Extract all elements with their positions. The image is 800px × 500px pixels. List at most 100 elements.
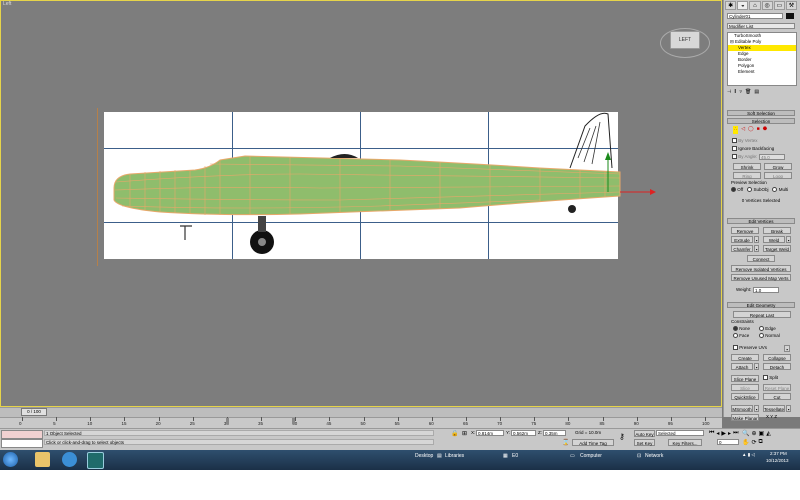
by-angle-option[interactable]: By Angle: — [732, 154, 757, 160]
field-of-view-icon[interactable]: ◭ — [766, 430, 771, 437]
msmooth-settings-icon[interactable]: ▪ — [754, 405, 759, 412]
time-slider[interactable]: 0 / 100 — [21, 408, 47, 416]
stack-item[interactable]: Element — [728, 69, 796, 75]
internet-explorer-icon[interactable] — [62, 452, 77, 467]
add-time-tag-button[interactable]: Add Time Tag — [572, 439, 614, 446]
zoom-icon[interactable]: 🔍 — [742, 430, 749, 437]
shrink-button[interactable]: Shrink — [733, 163, 761, 170]
folder-label[interactable]: E0 — [512, 453, 518, 459]
edge-mode-icon[interactable]: ◁ — [741, 126, 745, 134]
play-icon[interactable]: ▶ — [721, 430, 726, 437]
make-unique-icon[interactable]: ▿ — [739, 89, 742, 97]
loop-button[interactable]: Loop — [764, 172, 792, 179]
ignore-backfacing-option[interactable]: Ignore Backfacing — [732, 146, 774, 152]
maxscript-output-mini[interactable] — [1, 439, 43, 448]
object-name-field[interactable]: Cylinder01 — [727, 13, 783, 19]
y-coordinate-field[interactable]: 0.562m — [511, 430, 536, 436]
soft-selection-rollout[interactable]: Soft Selection — [727, 110, 795, 116]
pan-icon[interactable]: ✋ — [742, 439, 749, 446]
pin-stack-icon[interactable]: ⊣ — [727, 89, 731, 97]
tessellate-button[interactable]: Tessellate — [763, 405, 785, 412]
repeat-last-button[interactable]: Repeat Last — [733, 311, 791, 318]
remove-isolated-vertices-button[interactable]: Remove Isolated Vertices — [731, 265, 791, 272]
break-button[interactable]: Break — [763, 227, 791, 234]
time-tag-icon[interactable]: ⌛ — [562, 439, 569, 446]
constraint-none-radio[interactable]: None — [733, 326, 750, 332]
start-button-icon[interactable] — [3, 452, 18, 467]
computer-icon[interactable]: ▭ — [570, 453, 575, 459]
key-marker[interactable] — [292, 418, 295, 424]
zoom-all-icon[interactable]: ⊕ — [751, 430, 756, 437]
network-label[interactable]: Network — [645, 453, 663, 459]
connect-button[interactable]: Connect — [747, 255, 775, 262]
chamfer-settings-icon[interactable]: ▪ — [754, 245, 759, 252]
weight-field[interactable]: 1.0 — [753, 287, 779, 293]
slice-button[interactable]: Slice — [731, 384, 759, 391]
absolute-mode-icon[interactable]: ⊞ — [462, 430, 467, 437]
folder-icon[interactable]: ▦ — [503, 453, 508, 459]
edit-vertices-rollout[interactable]: Edit Vertices — [727, 218, 795, 224]
weld-button[interactable]: Weld — [763, 236, 785, 243]
go-to-start-icon[interactable]: ⏮ — [709, 430, 714, 437]
go-to-end-icon[interactable]: ⏭ — [733, 430, 738, 437]
configure-sets-icon[interactable]: ▤ — [754, 89, 759, 97]
attach-button[interactable]: Attach — [731, 363, 753, 370]
by-angle-field[interactable]: 45.0 — [759, 154, 785, 160]
attach-list-icon[interactable]: ▪ — [754, 363, 759, 370]
z-coordinate-field[interactable]: 0.35m — [543, 430, 566, 436]
key-marker[interactable] — [226, 418, 229, 424]
object-color-swatch[interactable] — [786, 13, 794, 19]
lock-selection-icon[interactable]: 🔒 — [451, 430, 458, 437]
zoom-extents-icon[interactable]: ▣ — [759, 430, 765, 437]
border-mode-icon[interactable]: ◯ — [748, 126, 754, 134]
slice-plane-button[interactable]: Slice Plane — [731, 375, 759, 382]
hierarchy-tab-icon[interactable]: ⌂ — [749, 1, 761, 10]
key-filters-button[interactable]: Key Filters... — [668, 439, 702, 446]
constraint-face-radio[interactable]: Face — [733, 333, 749, 339]
viewcube[interactable]: LEFT — [670, 31, 700, 49]
extrude-settings-icon[interactable]: ▪ — [754, 236, 759, 243]
explorer-taskbar-icon[interactable] — [35, 452, 50, 467]
maximize-viewport-icon[interactable]: ⧉ — [759, 439, 763, 446]
preview-subobj-radio[interactable]: SubObj — [747, 187, 768, 193]
preserve-uvs-checkbox[interactable]: Preserve UVs — [733, 345, 767, 351]
extrude-button[interactable]: Extrude — [731, 236, 753, 243]
desktop-toolbar-label[interactable]: Desktop — [415, 453, 433, 459]
airplane-mesh[interactable] — [100, 108, 660, 268]
create-button[interactable]: Create — [731, 354, 759, 361]
remove-button[interactable]: Remove — [731, 227, 759, 234]
chamfer-button[interactable]: Chamfer — [731, 245, 753, 252]
cut-button[interactable]: Cut — [763, 393, 791, 400]
motion-tab-icon[interactable]: ◎ — [761, 1, 773, 10]
key-mode-dropdown[interactable]: Selected — [656, 430, 704, 436]
edit-geometry-rollout[interactable]: Edit Geometry — [727, 302, 795, 308]
ring-button[interactable]: Ring — [733, 172, 761, 179]
vertex-mode-icon[interactable]: ∴ — [733, 126, 739, 134]
modifier-list-dropdown[interactable]: Modifier List — [727, 23, 795, 29]
element-mode-icon[interactable]: ⬣ — [763, 126, 767, 134]
key-icon[interactable]: ⚷ — [619, 432, 625, 441]
polygon-mode-icon[interactable]: ■ — [757, 126, 760, 134]
constraint-normal-radio[interactable]: Normal — [759, 333, 780, 339]
utilities-tab-icon[interactable]: ⚒ — [785, 1, 798, 10]
x-coordinate-field[interactable]: 0.814m — [476, 430, 504, 436]
clock-date[interactable]: 10/12/2013 — [766, 458, 789, 463]
auto-key-button[interactable]: Auto Key — [634, 430, 655, 437]
preview-multi-radio[interactable]: Multi — [772, 187, 788, 193]
orbit-icon[interactable]: ⟳ — [751, 439, 756, 446]
network-icon[interactable]: ⊡ — [637, 453, 641, 459]
modify-tab-icon[interactable]: ◒ — [737, 1, 749, 10]
remove-unused-map-verts-button[interactable]: Remove Unused Map Verts — [731, 274, 791, 281]
libraries-label[interactable]: Libraries — [445, 453, 464, 459]
computer-label[interactable]: Computer — [580, 453, 602, 459]
previous-frame-icon[interactable]: ◂ — [716, 430, 719, 437]
tessellate-settings-icon[interactable]: ▪ — [786, 405, 791, 412]
current-frame-field[interactable]: 0 — [717, 439, 739, 445]
clock-time[interactable]: 2:37 PM — [770, 451, 787, 456]
xyz-buttons[interactable]: X Y Z — [766, 414, 777, 420]
maxscript-listener-mini[interactable] — [1, 430, 43, 439]
display-tab-icon[interactable]: ▭ — [773, 1, 785, 10]
next-frame-icon[interactable]: ▸ — [728, 430, 731, 437]
system-tray-icons[interactable]: ▲ ▮ ◁ — [742, 452, 755, 458]
selection-rollout[interactable]: Selection — [727, 118, 795, 124]
